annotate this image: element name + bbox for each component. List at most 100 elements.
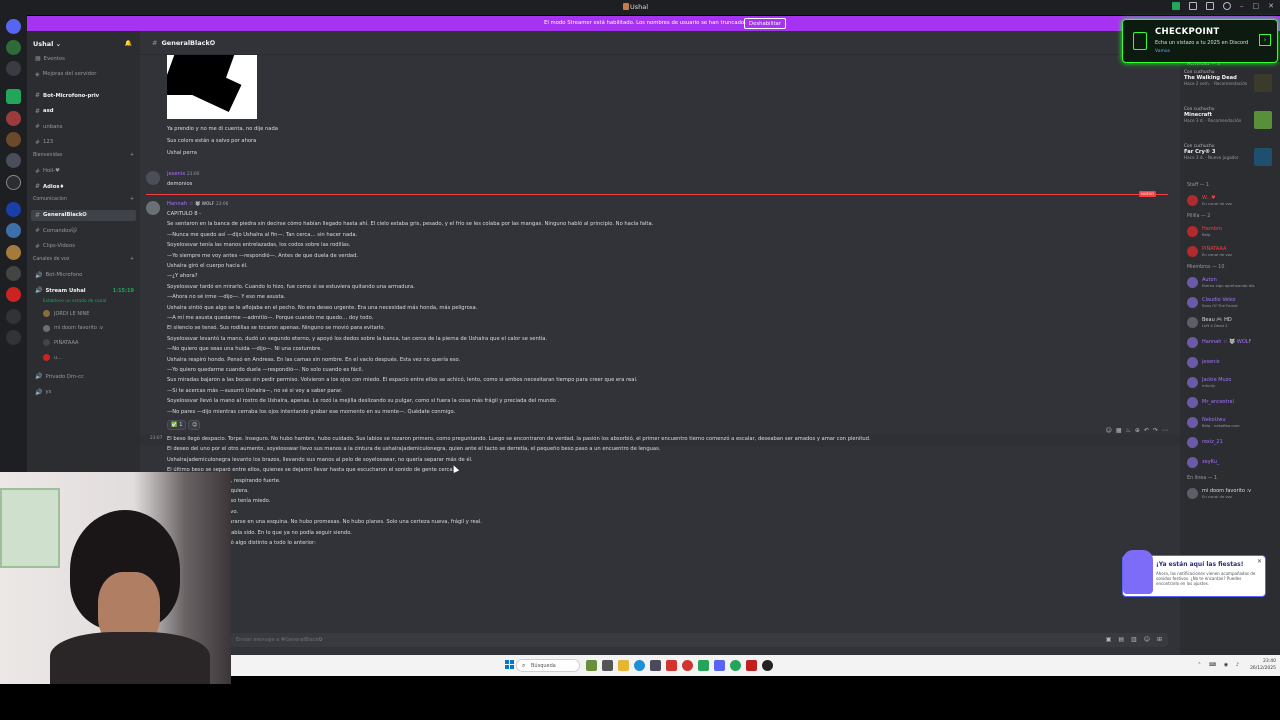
member-item[interactable]: PIÑATAAA En canal de voz bbox=[1180, 242, 1280, 260]
avatar[interactable] bbox=[146, 201, 160, 215]
member-item[interactable]: Hambro Belp bbox=[1180, 222, 1280, 240]
member-item[interactable]: NekoUwu Belp · nekofiea.com bbox=[1180, 413, 1280, 431]
add-channel-icon[interactable]: + bbox=[130, 153, 134, 163]
add-server-icon[interactable] bbox=[6, 309, 21, 324]
avatar[interactable] bbox=[146, 171, 160, 185]
more-icon[interactable]: ⋯ bbox=[1162, 427, 1168, 434]
taskbar-clock[interactable]: 23:40 26/12/2025 bbox=[1250, 658, 1276, 672]
notification-bell-icon[interactable]: 🔔 bbox=[125, 40, 132, 47]
server-icon[interactable] bbox=[6, 153, 21, 168]
close-icon[interactable]: ✕ bbox=[1268, 2, 1274, 10]
server-header[interactable]: Ushal ⌄ 🔔 bbox=[27, 31, 140, 53]
voice-user[interactable]: u... bbox=[27, 352, 140, 364]
server-icon[interactable] bbox=[6, 132, 21, 147]
apps-icon[interactable]: ▦ bbox=[1116, 427, 1122, 434]
member-item[interactable]: zeyKu_ bbox=[1180, 453, 1280, 471]
activity-icon[interactable] bbox=[1172, 2, 1180, 10]
member-item[interactable]: Beau 🎮 HD Left 4 Dead 2 bbox=[1180, 313, 1280, 331]
holiday-notification[interactable]: ¡Ya están aquí las fiestas! Ahora, las n… bbox=[1122, 550, 1266, 597]
message-author[interactable]: jesenix 23:00 bbox=[167, 171, 199, 177]
server-icon[interactable] bbox=[6, 223, 21, 238]
add-reaction-icon[interactable]: ⊕ bbox=[1135, 427, 1140, 434]
member-item[interactable]: Hannah ☆ 🐺 WOLF bbox=[1180, 333, 1280, 351]
checkpoint-promo[interactable]: CHECKPOINT Echa un vistazo a tu 2025 en … bbox=[1122, 19, 1278, 63]
voice-channel-stream-ushal[interactable]: 🔊 Stream Ushal 1:15:19 bbox=[27, 285, 140, 296]
member-item[interactable]: jesenix bbox=[1180, 353, 1280, 371]
voice-user[interactable]: PIÑATAAA bbox=[27, 337, 140, 349]
activity-card[interactable]: Con cuchuchu Far Cry® 3 Hace 3 d. · Nuev… bbox=[1184, 144, 1276, 178]
voice-user[interactable]: mi doom favorito :v bbox=[27, 322, 140, 334]
server-icon[interactable] bbox=[6, 40, 21, 55]
channel-123[interactable]: #123 bbox=[27, 137, 140, 148]
category-voz[interactable]: Canales de voz + bbox=[27, 257, 140, 267]
reaction-chip[interactable]: ✅ 1 bbox=[167, 420, 187, 430]
server-icon[interactable] bbox=[6, 61, 21, 76]
gif-icon[interactable]: ▤ bbox=[1118, 636, 1124, 643]
taskbar-search[interactable]: ⌕ Búsqueda bbox=[516, 659, 580, 672]
gift-icon[interactable]: ▣ bbox=[1106, 636, 1112, 643]
discord-icon[interactable] bbox=[714, 660, 725, 671]
channel-unbans[interactable]: # unbans bbox=[27, 121, 140, 132]
channel-asd[interactable]: # asd bbox=[27, 106, 140, 117]
fire-icon[interactable]: ♨ bbox=[1126, 427, 1131, 434]
server-icon[interactable] bbox=[6, 266, 21, 281]
help-icon[interactable] bbox=[1223, 2, 1231, 10]
server-icon[interactable] bbox=[6, 19, 21, 34]
add-channel-icon[interactable]: + bbox=[130, 197, 134, 207]
widgets-icon[interactable] bbox=[586, 660, 597, 671]
category-bienvenidas[interactable]: Bienvenidas + bbox=[27, 153, 140, 163]
member-item[interactable]: W...♥ En canal de voz bbox=[1180, 191, 1280, 209]
disable-streamer-button[interactable]: Deshabilitar bbox=[744, 18, 786, 29]
add-channel-icon[interactable]: + bbox=[130, 257, 134, 267]
voice-status-hint[interactable]: Establece un estado de canal bbox=[27, 299, 140, 304]
add-reaction-button[interactable]: ☺ bbox=[188, 420, 200, 430]
category-comunicacion[interactable]: Comunicacion + bbox=[27, 197, 140, 207]
emoji-icon[interactable]: ☺ bbox=[1106, 427, 1112, 434]
sticker-icon[interactable]: ▥ bbox=[1131, 636, 1137, 643]
app-icon[interactable] bbox=[698, 660, 709, 671]
server-icon[interactable] bbox=[6, 111, 21, 126]
channel-adios[interactable]: # Adios♦ bbox=[27, 181, 140, 192]
screen-icon[interactable] bbox=[1206, 2, 1214, 10]
activity-card[interactable]: Con cuchuchu Minecraft Hace 3 d. · Recom… bbox=[1184, 107, 1276, 141]
checkpoint-link[interactable]: Vamos bbox=[1155, 49, 1170, 54]
channel-holi[interactable]: # Holi-♥ bbox=[27, 166, 140, 177]
voice-user[interactable]: JORDI LE NINE bbox=[27, 308, 140, 320]
apps-icon[interactable]: ⊞ bbox=[1157, 636, 1162, 643]
server-icon[interactable] bbox=[6, 202, 21, 217]
member-item[interactable]: Mr_ancestral bbox=[1180, 393, 1280, 411]
discover-icon[interactable] bbox=[6, 330, 21, 345]
channel-clips-videos[interactable]: # Clips-Videos bbox=[27, 241, 140, 252]
server-icon[interactable] bbox=[6, 89, 21, 104]
channel-bot-microfono-priv[interactable]: # Bot-Microfono-priv bbox=[27, 90, 140, 101]
server-icon[interactable] bbox=[6, 175, 21, 190]
task-view-icon[interactable] bbox=[602, 660, 613, 671]
member-item[interactable]: Auton Eterno sign apreheando día bbox=[1180, 273, 1280, 291]
channel-comandos[interactable]: # Comandos🐱 bbox=[27, 225, 140, 236]
activity-card[interactable]: Con cuchuchu The Walking Dead Hace 2 sem… bbox=[1184, 70, 1276, 104]
forward-icon[interactable]: ↷ bbox=[1153, 427, 1158, 434]
voice-channel-privado[interactable]: 🔊 Privado Dm-cc bbox=[27, 371, 140, 382]
explorer-icon[interactable] bbox=[618, 660, 629, 671]
boosts-item[interactable]: ◈ Mejoras del servidor bbox=[27, 69, 140, 80]
attachment-image[interactable] bbox=[167, 55, 257, 119]
reply-icon[interactable]: ↶ bbox=[1144, 427, 1149, 434]
app-icon[interactable] bbox=[746, 660, 757, 671]
system-tray[interactable]: ⌃ ⌨ ◉ ♪ bbox=[1197, 662, 1242, 668]
obs-icon[interactable] bbox=[762, 660, 773, 671]
member-item[interactable]: rexiz_21 bbox=[1180, 433, 1280, 451]
edge-icon[interactable] bbox=[634, 660, 645, 671]
server-icon[interactable] bbox=[6, 287, 21, 302]
emoji-icon[interactable]: ☺ bbox=[1144, 636, 1150, 643]
member-item[interactable]: Claudio Velez Sons Of The Forest bbox=[1180, 293, 1280, 311]
arrow-right-icon[interactable]: › bbox=[1259, 34, 1271, 46]
message-author[interactable]: Hannah ☆ 🐺 WOLF 23:06 bbox=[167, 201, 228, 207]
app-icon[interactable] bbox=[650, 660, 661, 671]
member-item[interactable]: mi doom favorito :v En canal de voz bbox=[1180, 484, 1280, 502]
member-item[interactable]: Jackie Muzo mfunly bbox=[1180, 373, 1280, 391]
maximize-icon[interactable]: □ bbox=[1253, 2, 1260, 10]
app-icon[interactable] bbox=[682, 660, 693, 671]
app-icon[interactable] bbox=[730, 660, 741, 671]
voice-channel-ys[interactable]: 🔊 ys bbox=[27, 387, 140, 398]
message-composer[interactable]: Enviar mensaje a #GeneralBlack✪ ▣ ▤ ▥ ☺ … bbox=[230, 633, 1168, 647]
